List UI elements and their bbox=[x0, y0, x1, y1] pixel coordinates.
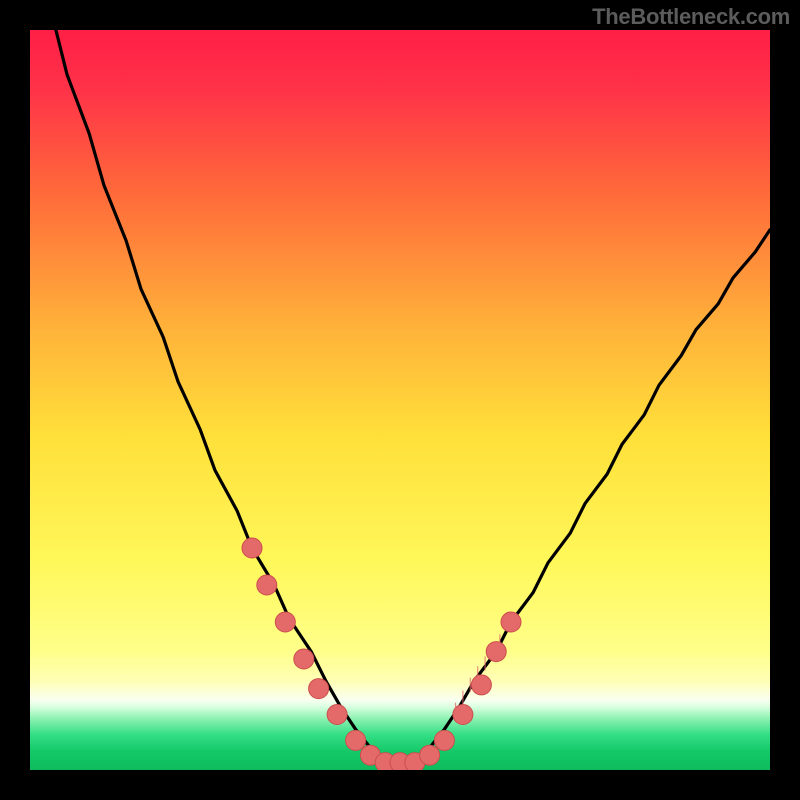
background-gradient bbox=[30, 30, 770, 770]
data-marker bbox=[346, 730, 366, 750]
data-marker bbox=[242, 538, 262, 558]
data-marker bbox=[327, 705, 347, 725]
data-marker bbox=[486, 642, 506, 662]
watermark-text: TheBottleneck.com bbox=[592, 4, 790, 30]
chart-frame bbox=[0, 0, 800, 800]
plot-area bbox=[30, 30, 770, 770]
data-marker bbox=[434, 730, 454, 750]
data-marker bbox=[309, 679, 329, 699]
plot-svg bbox=[30, 30, 770, 770]
data-marker bbox=[257, 575, 277, 595]
data-marker bbox=[420, 745, 440, 765]
data-marker bbox=[275, 612, 295, 632]
data-marker bbox=[294, 649, 314, 669]
data-marker bbox=[501, 612, 521, 632]
data-marker bbox=[471, 675, 491, 695]
